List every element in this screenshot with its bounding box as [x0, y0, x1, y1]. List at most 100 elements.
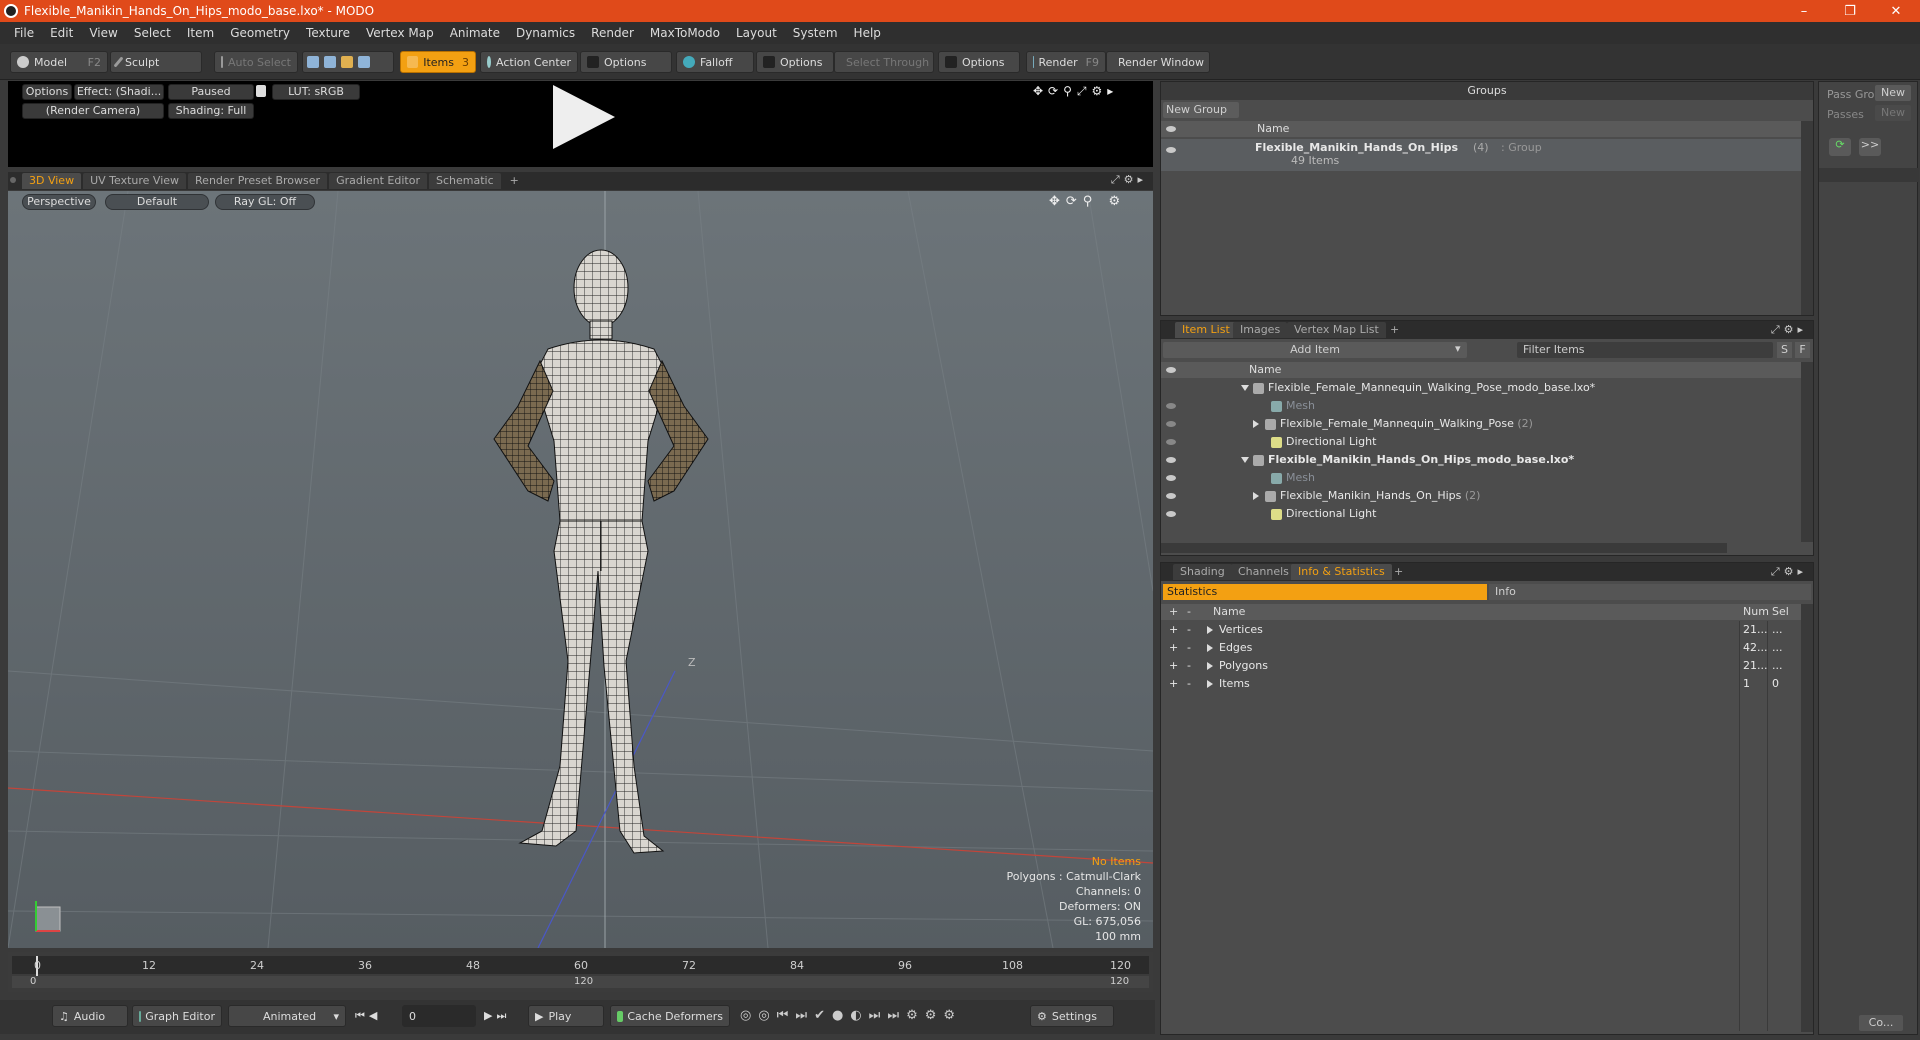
- close-button[interactable]: ✕: [1873, 0, 1919, 22]
- cache-deformers-button[interactable]: Cache Deformers: [610, 1005, 730, 1027]
- f-button[interactable]: F: [1795, 342, 1810, 358]
- eye-icon[interactable]: [1166, 126, 1176, 132]
- menu-view[interactable]: View: [89, 26, 117, 40]
- menu-edit[interactable]: Edit: [50, 26, 73, 40]
- shading-dropdown[interactable]: Shading: Full: [168, 103, 254, 119]
- s-button[interactable]: S: [1777, 342, 1792, 358]
- stats-row[interactable]: + - Edges 42... ...: [1161, 639, 1801, 657]
- chevron-down-icon[interactable]: ▾: [1455, 342, 1461, 355]
- expand-icon[interactable]: [1207, 662, 1213, 670]
- list-item[interactable]: Directional Light: [1161, 433, 1801, 451]
- ray-gl-toggle[interactable]: Ray GL: Off: [215, 194, 315, 210]
- groups-scrollbar[interactable]: [1801, 121, 1813, 315]
- select-through-button[interactable]: Select Through: [834, 51, 934, 73]
- menu-help[interactable]: Help: [854, 26, 881, 40]
- eye-icon[interactable]: [1166, 475, 1176, 481]
- graph-editor-button[interactable]: Graph Editor: [132, 1005, 222, 1027]
- play-icon[interactable]: [553, 85, 615, 149]
- skip-forward-icons[interactable]: ▶⏭: [484, 1009, 510, 1023]
- tab-gradient-editor[interactable]: Gradient Editor: [329, 173, 427, 189]
- add-item-button[interactable]: Add Item: [1163, 342, 1467, 358]
- manikin-model[interactable]: [493, 249, 709, 854]
- eye-icon[interactable]: [1166, 511, 1176, 517]
- info-tab[interactable]: Info: [1489, 584, 1811, 600]
- falloff-options-button[interactable]: Options: [756, 51, 834, 73]
- tab-item-list[interactable]: Item List: [1175, 322, 1237, 338]
- lock-icon[interactable]: [256, 85, 266, 97]
- expand-button[interactable]: >>: [1859, 138, 1881, 156]
- menu-system[interactable]: System: [793, 26, 838, 40]
- skip-back-icons[interactable]: ⏮◀: [355, 1009, 381, 1023]
- eye-icon[interactable]: [1166, 439, 1176, 445]
- add-tab-button[interactable]: +: [1387, 564, 1410, 580]
- play-button[interactable]: ▶ Play: [528, 1005, 604, 1027]
- add-tab-button[interactable]: +: [1383, 322, 1406, 338]
- preview-options-button[interactable]: Options: [22, 84, 72, 100]
- maximize-button[interactable]: ❐: [1827, 0, 1873, 22]
- list-item[interactable]: Flexible_Female_Mannequin_Walking_Pose_m…: [1161, 379, 1801, 397]
- minus-icon[interactable]: -: [1187, 604, 1191, 620]
- stats-row[interactable]: + - Vertices 21... ...: [1161, 621, 1801, 639]
- filter-items-input[interactable]: Filter Items: [1517, 342, 1773, 358]
- item-list-scrollbar[interactable]: [1801, 362, 1813, 542]
- tab-3d-view[interactable]: 3D View: [22, 173, 82, 189]
- shading-style-dropdown[interactable]: Default: [105, 194, 209, 210]
- minimize-button[interactable]: –: [1781, 0, 1827, 22]
- preview-nav-icons[interactable]: ✥⟳⚲⤢⚙▸: [1033, 84, 1118, 99]
- tab-controls-icons[interactable]: ⤢⚙▸: [1771, 563, 1807, 581]
- tab-images[interactable]: Images: [1233, 322, 1288, 338]
- new-pass-button[interactable]: New: [1875, 105, 1911, 121]
- tab-info-statistics[interactable]: Info & Statistics: [1291, 564, 1392, 580]
- menu-animate[interactable]: Animate: [450, 26, 500, 40]
- statistics-tab[interactable]: Statistics: [1163, 584, 1487, 600]
- auto-select-button[interactable]: Auto Select: [214, 51, 298, 73]
- plus-icon[interactable]: +: [1169, 604, 1178, 620]
- items-mode-button[interactable]: Items 3: [400, 51, 476, 73]
- eye-icon[interactable]: [1166, 421, 1176, 427]
- menu-item[interactable]: Item: [187, 26, 214, 40]
- select-through-options-button[interactable]: Options: [938, 51, 1020, 73]
- polygons-mode-icon[interactable]: [341, 56, 353, 68]
- settings-button[interactable]: ⚙ Settings: [1030, 1005, 1114, 1027]
- sculpt-mode-button[interactable]: Sculpt: [110, 51, 202, 73]
- add-tab-button[interactable]: +: [503, 173, 526, 189]
- co-button[interactable]: Co...: [1859, 1015, 1903, 1031]
- effect-dropdown[interactable]: Effect: (Shadi...: [74, 84, 164, 100]
- menu-geometry[interactable]: Geometry: [230, 26, 290, 40]
- stats-scrollbar[interactable]: [1801, 604, 1813, 1032]
- render-camera-dropdown[interactable]: (Render Camera): [22, 103, 164, 119]
- model-mode-button[interactable]: Model F2: [10, 51, 108, 73]
- edges-mode-icon[interactable]: [324, 56, 336, 68]
- tab-vertex-map-list[interactable]: Vertex Map List: [1287, 322, 1386, 338]
- expand-icon[interactable]: [1207, 626, 1213, 634]
- action-center-button[interactable]: Action Center: [480, 51, 578, 73]
- timeline[interactable]: 0 12 24 36 48 60 72 84 96 108 120 0 120 …: [8, 952, 1153, 992]
- frame-input[interactable]: 0: [402, 1005, 476, 1027]
- animated-dropdown[interactable]: Animated ▾: [228, 1005, 346, 1027]
- refresh-icon[interactable]: ⟳: [1829, 138, 1851, 156]
- keyframe-tool-icons[interactable]: ◎◎⏮⏭✔●◐⏭⏭⚙⚙⚙: [740, 1008, 962, 1023]
- eye-icon[interactable]: [1166, 403, 1176, 409]
- expand-icon[interactable]: [1207, 680, 1213, 688]
- tab-channels[interactable]: Channels: [1231, 564, 1296, 580]
- expand-icon[interactable]: [1241, 457, 1249, 463]
- list-item[interactable]: Flexible_Manikin_Hands_On_Hips (2): [1161, 487, 1801, 505]
- menu-select[interactable]: Select: [134, 26, 171, 40]
- new-pass-group-button[interactable]: New: [1875, 85, 1911, 101]
- eye-icon[interactable]: [1166, 493, 1176, 499]
- list-item[interactable]: Directional Light: [1161, 505, 1801, 523]
- stats-row[interactable]: + - Items 1 0: [1161, 675, 1801, 693]
- lut-dropdown[interactable]: LUT: sRGB: [272, 84, 360, 100]
- eye-icon[interactable]: [1166, 367, 1176, 373]
- menu-texture[interactable]: Texture: [306, 26, 350, 40]
- eye-icon[interactable]: [1166, 457, 1176, 463]
- stats-row[interactable]: + - Polygons 21... ...: [1161, 657, 1801, 675]
- expand-icon[interactable]: [1253, 420, 1259, 428]
- perspective-dropdown[interactable]: Perspective: [22, 194, 96, 210]
- expand-icon[interactable]: [1207, 644, 1213, 652]
- render-button[interactable]: Render F9: [1026, 51, 1106, 73]
- group-row[interactable]: Flexible_Manikin_Hands_On_Hips (4) : Gro…: [1161, 139, 1801, 171]
- tab-shading[interactable]: Shading: [1173, 564, 1232, 580]
- tab-controls-icons[interactable]: ⤢⚙▸: [1771, 321, 1807, 339]
- render-window-button[interactable]: Render Window: [1106, 51, 1210, 73]
